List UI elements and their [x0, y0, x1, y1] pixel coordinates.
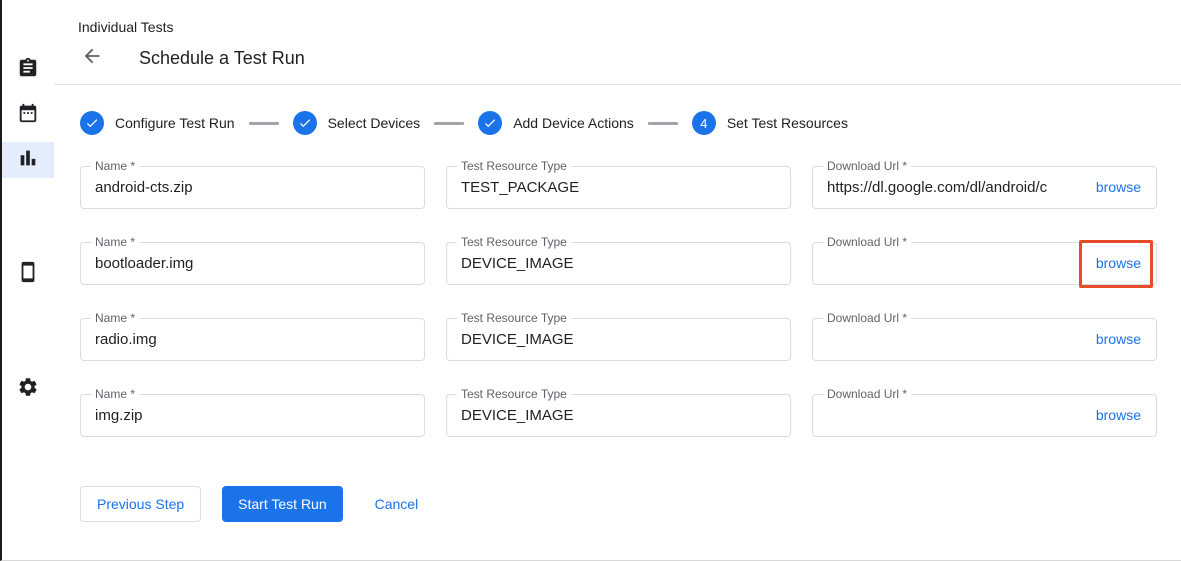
header-divider [54, 84, 1181, 85]
download-url-field[interactable]: Download Url * browse [812, 318, 1157, 361]
download-url-field-value [813, 395, 1096, 436]
calendar-icon [17, 102, 39, 129]
gear-icon [17, 376, 39, 403]
download-url-field[interactable]: Download Url * browse [812, 242, 1157, 285]
step-label: Configure Test Run [115, 115, 235, 131]
sidebar-item-plans[interactable] [2, 97, 54, 133]
sidebar-item-monitoring[interactable] [2, 142, 54, 178]
step-complete-check-icon [80, 111, 104, 135]
resource-type-field-value: TEST_PACKAGE [447, 167, 790, 208]
resource-type-field[interactable]: Test Resource Type DEVICE_IMAGE [446, 318, 791, 361]
name-field-value: bootloader.img [81, 243, 424, 284]
resource-type-field-label: Test Resource Type [457, 159, 571, 173]
start-test-run-button[interactable]: Start Test Run [222, 486, 342, 522]
download-url-field-label: Download Url * [823, 235, 911, 249]
download-url-field-label: Download Url * [823, 159, 911, 173]
download-url-field[interactable]: Download Url * browse [812, 394, 1157, 437]
download-url-field[interactable]: Download Url * https://dl.google.com/dl/… [812, 166, 1157, 209]
test-resources-grid: Name * android-cts.zip Test Resource Typ… [80, 166, 1157, 437]
step-number-badge: 4 [692, 111, 716, 135]
browse-link[interactable]: browse [1096, 243, 1156, 284]
resource-type-field[interactable]: Test Resource Type DEVICE_IMAGE [446, 242, 791, 285]
smartphone-icon [17, 261, 39, 288]
sidebar [2, 0, 54, 560]
breadcrumb: Individual Tests [54, 0, 1181, 35]
page-title: Schedule a Test Run [139, 48, 305, 69]
download-url-field-label: Download Url * [823, 311, 911, 325]
browse-link[interactable]: browse [1096, 395, 1156, 436]
stepper: Configure Test Run Select Devices Add De… [80, 111, 1181, 135]
step-set-test-resources[interactable]: 4 Set Test Resources [692, 111, 848, 135]
browse-link[interactable]: browse [1096, 167, 1156, 208]
step-configure-test-run[interactable]: Configure Test Run [80, 111, 235, 135]
name-field-value: radio.img [81, 319, 424, 360]
name-field[interactable]: Name * bootloader.img [80, 242, 425, 285]
name-field-value: img.zip [81, 395, 424, 436]
step-complete-check-icon [293, 111, 317, 135]
clipboard-icon [17, 57, 39, 84]
previous-step-button[interactable]: Previous Step [80, 486, 201, 522]
sidebar-item-settings[interactable] [2, 371, 54, 407]
resource-type-field-label: Test Resource Type [457, 387, 571, 401]
resource-type-field-value: DEVICE_IMAGE [447, 243, 790, 284]
step-complete-check-icon [478, 111, 502, 135]
step-label: Add Device Actions [513, 115, 634, 131]
arrow-back-icon [81, 45, 103, 72]
cancel-button[interactable]: Cancel [359, 486, 435, 522]
resource-type-field[interactable]: Test Resource Type TEST_PACKAGE [446, 166, 791, 209]
bar-chart-icon [17, 147, 39, 174]
download-url-field-value [813, 243, 1096, 284]
title-row: Schedule a Test Run [54, 35, 1181, 70]
download-url-field-value [813, 319, 1096, 360]
step-connector [434, 122, 464, 125]
name-field-value: android-cts.zip [81, 167, 424, 208]
resource-type-field-label: Test Resource Type [457, 235, 571, 249]
sidebar-item-devices[interactable] [2, 256, 54, 292]
step-label: Set Test Resources [727, 115, 848, 131]
resource-type-field-value: DEVICE_IMAGE [447, 395, 790, 436]
name-field-label: Name * [91, 387, 139, 401]
download-url-field-label: Download Url * [823, 387, 911, 401]
resource-type-field[interactable]: Test Resource Type DEVICE_IMAGE [446, 394, 791, 437]
name-field-label: Name * [91, 311, 139, 325]
download-url-field-value: https://dl.google.com/dl/android/c [813, 167, 1096, 208]
step-label: Select Devices [328, 115, 421, 131]
app-window: Individual Tests Schedule a Test Run Con… [0, 0, 1181, 561]
name-field[interactable]: Name * radio.img [80, 318, 425, 361]
name-field[interactable]: Name * img.zip [80, 394, 425, 437]
step-connector [648, 122, 678, 125]
sidebar-item-tests[interactable] [2, 52, 54, 88]
name-field-label: Name * [91, 159, 139, 173]
action-bar: Previous Step Start Test Run Cancel [80, 486, 1181, 522]
name-field[interactable]: Name * android-cts.zip [80, 166, 425, 209]
main-content: Individual Tests Schedule a Test Run Con… [54, 0, 1181, 560]
back-button[interactable] [80, 46, 104, 70]
resource-type-field-value: DEVICE_IMAGE [447, 319, 790, 360]
browse-link[interactable]: browse [1096, 319, 1156, 360]
step-connector [249, 122, 279, 125]
name-field-label: Name * [91, 235, 139, 249]
step-select-devices[interactable]: Select Devices [293, 111, 421, 135]
resource-type-field-label: Test Resource Type [457, 311, 571, 325]
step-add-device-actions[interactable]: Add Device Actions [478, 111, 634, 135]
